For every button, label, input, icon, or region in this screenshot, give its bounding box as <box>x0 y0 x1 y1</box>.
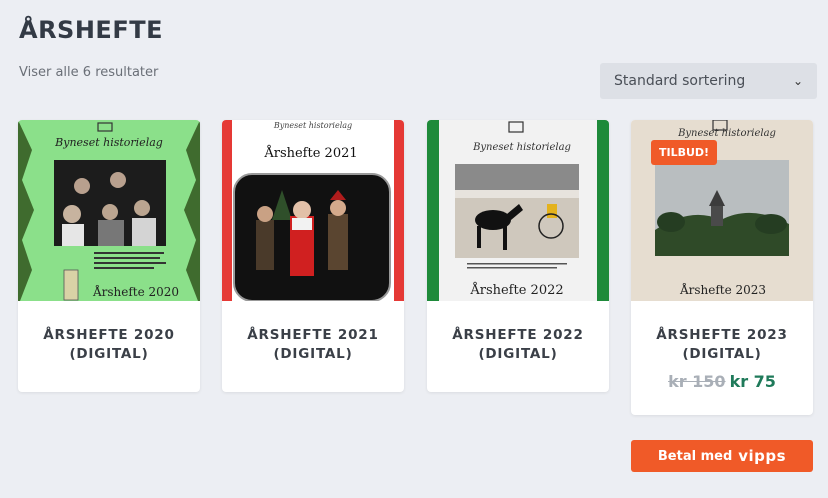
product-image[interactable]: Byneset historielag Årshefte 2020 <box>18 120 200 301</box>
vipps-logo: vipps <box>738 447 787 465</box>
sale-badge: TILBUD! <box>651 140 718 165</box>
product-card[interactable]: Byneset historielag Årshefte 2021 ÅRSHEF… <box>222 120 404 392</box>
chevron-down-icon: ⌄ <box>792 74 803 88</box>
sale-price: kr 75 <box>729 372 776 391</box>
product-card[interactable]: Byneset historielag Årshefte 2023 TILBUD… <box>631 120 813 415</box>
cover-title: Årshefte 2023 <box>679 282 766 297</box>
sort-select-value: Standard sortering <box>614 73 746 89</box>
product-title[interactable]: ÅRSHEFTE 2023 (DIGITAL) <box>631 301 813 364</box>
page-title: ÅRSHEFTE <box>19 16 163 44</box>
cover-heading: Byneset historielag <box>54 136 163 149</box>
old-price: kr 150 <box>668 372 726 391</box>
product-price: kr 150 kr 75 <box>631 372 813 391</box>
product-image[interactable]: Byneset historielag Årshefte 2021 <box>222 120 404 301</box>
product-title[interactable]: ÅRSHEFTE 2022 (DIGITAL) <box>427 301 609 364</box>
vipps-pay-button[interactable]: Betal med vipps <box>631 440 813 472</box>
product-card[interactable]: Byneset historielag Årshefte 2020 ÅRSHEF… <box>18 120 200 392</box>
vipps-pay-label: Betal med <box>657 448 733 464</box>
result-count: Viser alle 6 resultater <box>19 65 159 80</box>
cover-title: Årshefte 2020 <box>92 284 179 299</box>
cover-heading: Byneset historielag <box>472 142 571 153</box>
product-card[interactable]: Byneset historielag Årshefte 2022 ÅRSHEF… <box>427 120 609 392</box>
sort-select[interactable]: Standard sortering ⌄ <box>600 63 817 99</box>
product-image[interactable]: Byneset historielag Årshefte 2022 <box>427 120 609 301</box>
cover-heading: Byneset historielag <box>677 128 776 139</box>
cover-heading: Byneset historielag <box>273 121 352 130</box>
cover-title: Årshefte 2022 <box>469 282 563 298</box>
cover-title: Årshefte 2021 <box>263 145 357 161</box>
product-title[interactable]: ÅRSHEFTE 2021 (DIGITAL) <box>222 301 404 364</box>
product-title[interactable]: ÅRSHEFTE 2020 (DIGITAL) <box>18 301 200 364</box>
